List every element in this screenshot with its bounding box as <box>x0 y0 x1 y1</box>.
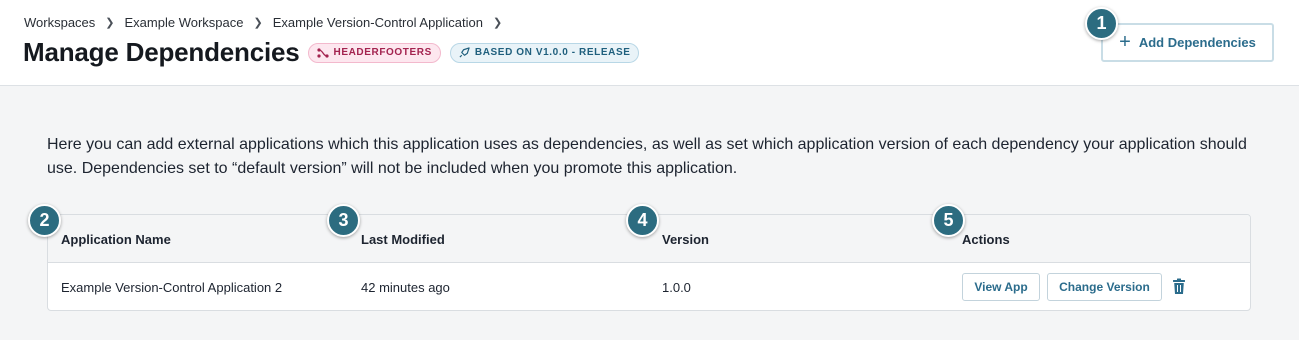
title-row: Manage Dependencies HEADERFOOTERS BASED … <box>23 37 640 68</box>
chevron-right-icon: ❯ <box>253 17 263 29</box>
branch-badge: HEADERFOOTERS <box>307 42 441 63</box>
plus-icon: + <box>1119 30 1131 53</box>
callout-5: 5 <box>932 204 965 237</box>
intro-text: Here you can add external applications w… <box>47 136 1247 177</box>
view-app-button[interactable]: View App <box>962 273 1040 301</box>
rocket-icon <box>459 47 470 58</box>
callout-2: 2 <box>28 204 61 237</box>
trash-icon[interactable] <box>1172 278 1186 295</box>
release-badge: BASED ON V1.0.0 - RELEASE <box>449 42 640 63</box>
callout-1: 1 <box>1085 7 1118 40</box>
branch-icon <box>316 47 329 58</box>
callout-4: 4 <box>626 204 659 237</box>
breadcrumb-workspaces[interactable]: Workspaces <box>24 15 95 30</box>
add-dependencies-button[interactable]: + Add Dependencies <box>1101 23 1274 62</box>
breadcrumb: Workspaces ❯ Example Workspace ❯ Example… <box>24 15 512 30</box>
branch-badge-label: HEADERFOOTERS <box>333 47 432 58</box>
column-application-name[interactable]: Application Name <box>61 232 171 247</box>
cell-version: 1.0.0 <box>662 280 691 295</box>
callout-3: 3 <box>327 204 360 237</box>
release-badge-label: BASED ON V1.0.0 - RELEASE <box>474 47 631 58</box>
page-title: Manage Dependencies <box>23 37 300 67</box>
cell-application-name: Example Version-Control Application 2 <box>61 280 283 295</box>
add-dependencies-label: Add Dependencies <box>1138 35 1256 50</box>
chevron-right-icon: ❯ <box>105 17 115 29</box>
breadcrumb-workspace[interactable]: Example Workspace <box>125 15 244 30</box>
column-last-modified[interactable]: Last Modified <box>361 232 445 247</box>
change-version-button[interactable]: Change Version <box>1047 273 1162 301</box>
column-version[interactable]: Version <box>662 232 709 247</box>
breadcrumb-application[interactable]: Example Version-Control Application <box>273 15 483 30</box>
cell-last-modified: 42 minutes ago <box>361 280 450 295</box>
column-actions: Actions <box>962 232 1010 247</box>
chevron-right-icon: ❯ <box>493 17 503 29</box>
